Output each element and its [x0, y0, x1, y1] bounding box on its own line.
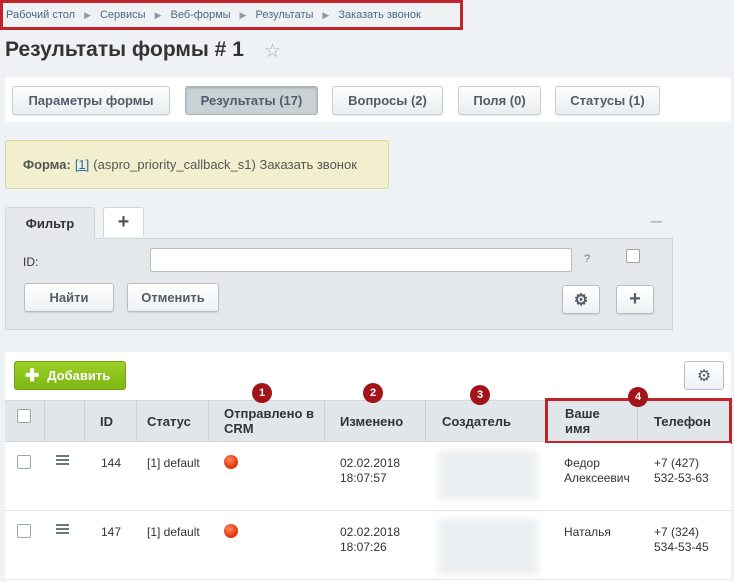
cell-name-line1: Федор: [564, 456, 600, 470]
chevron-right-icon: ▶: [239, 9, 247, 20]
annotation-badge-4: 4: [628, 387, 648, 407]
help-icon[interactable]: ?: [584, 253, 590, 265]
cell-changed-time: 18:07:26: [340, 540, 387, 554]
filter-checkbox[interactable]: [626, 249, 640, 263]
form-info-box: Форма: [1] (aspro_priority_callback_s1) …: [5, 140, 389, 189]
column-status[interactable]: Статус: [137, 400, 209, 442]
tab-fields[interactable]: Поля (0): [458, 86, 541, 115]
chevron-right-icon: ▶: [84, 9, 91, 20]
filter-tab[interactable]: Фильтр: [5, 207, 95, 239]
form-info-text: (aspro_priority_callback_s1) Заказать зв…: [93, 157, 357, 172]
gear-icon: ⚙: [573, 291, 589, 309]
cell-phone-line2: 532-53-63: [654, 471, 709, 485]
creator-blurred: [438, 450, 538, 500]
cell-status: [1] default: [147, 525, 200, 539]
tab-results[interactable]: Результаты (17): [185, 86, 318, 115]
filter-add-button[interactable]: +: [616, 285, 654, 314]
chevron-right-icon: ▶: [154, 9, 162, 20]
cell-phone-line1: +7 (427): [654, 456, 700, 470]
breadcrumb-item-webforms[interactable]: Веб-формы: [170, 9, 230, 21]
column-id[interactable]: ID: [85, 400, 137, 442]
row-checkbox[interactable]: [17, 524, 31, 538]
red-dot-icon: [224, 524, 238, 538]
filter-settings-button[interactable]: ⚙: [562, 285, 600, 314]
plus-icon: ✚: [25, 365, 40, 385]
cell-changed-time: 18:07:57: [340, 471, 387, 485]
add-button-label: Добавить: [47, 368, 111, 383]
annotation-badge-3: 3: [470, 385, 490, 405]
column-changed[interactable]: Изменено: [325, 400, 426, 442]
cell-id[interactable]: 144: [101, 456, 121, 471]
cell-name-line1: Наталья: [564, 525, 611, 539]
form-info-link[interactable]: [1]: [75, 157, 89, 172]
row-menu-icon[interactable]: [56, 524, 69, 534]
header-menu-cell: [45, 400, 85, 442]
annotation-badge-2: 2: [363, 383, 383, 403]
breadcrumb-item-services[interactable]: Сервисы: [100, 9, 146, 21]
breadcrumb: Рабочий стол ▶ Сервисы ▶ Веб-формы ▶ Рез…: [0, 0, 463, 30]
form-info-label: Форма:: [23, 157, 71, 172]
cell-changed-date: 02.02.2018: [340, 525, 401, 539]
list-settings-button[interactable]: ⚙: [684, 361, 724, 390]
cancel-button[interactable]: Отменить: [127, 283, 219, 312]
filter-id-label: ID:: [23, 255, 39, 269]
cell-status: [1] default: [147, 456, 200, 470]
add-filter-tab-button[interactable]: +: [103, 207, 144, 237]
chevron-right-icon: ▶: [322, 9, 330, 20]
filter-id-input[interactable]: [150, 248, 572, 272]
breadcrumb-item-desktop[interactable]: Рабочий стол: [6, 9, 75, 21]
creator-blurred: [438, 519, 538, 575]
row-checkbox[interactable]: [17, 455, 31, 469]
annotation-badge-1: 1: [252, 383, 272, 403]
add-button[interactable]: ✚ Добавить: [14, 361, 126, 390]
collapse-filter-icon[interactable]: –: [651, 210, 662, 233]
select-all-checkbox[interactable]: [17, 409, 31, 423]
red-dot-icon: [224, 455, 238, 469]
tab-questions[interactable]: Вопросы (2): [332, 86, 443, 115]
column-creator[interactable]: Создатель: [426, 400, 548, 442]
tab-form-params[interactable]: Параметры формы: [12, 86, 170, 115]
breadcrumb-item-callback[interactable]: Заказать звонок: [338, 9, 420, 21]
find-button[interactable]: Найти: [24, 283, 114, 312]
row-menu-icon[interactable]: [56, 455, 69, 465]
star-icon[interactable]: ☆: [264, 40, 281, 63]
breadcrumb-item-results[interactable]: Результаты: [255, 9, 313, 21]
column-crm[interactable]: Отправлено в CRM: [209, 400, 325, 442]
cell-changed-date: 02.02.2018: [340, 456, 401, 470]
cell-phone-line1: +7 (324): [654, 525, 700, 539]
cell-id[interactable]: 147: [101, 525, 121, 540]
page-title: Результаты формы # 1: [5, 38, 244, 61]
cell-phone-line2: 534-53-45: [654, 540, 709, 554]
tab-statuses[interactable]: Статусы (1): [555, 86, 660, 115]
gear-icon: ⚙: [696, 367, 712, 385]
cell-name-line2: Алексеевич: [564, 471, 630, 485]
